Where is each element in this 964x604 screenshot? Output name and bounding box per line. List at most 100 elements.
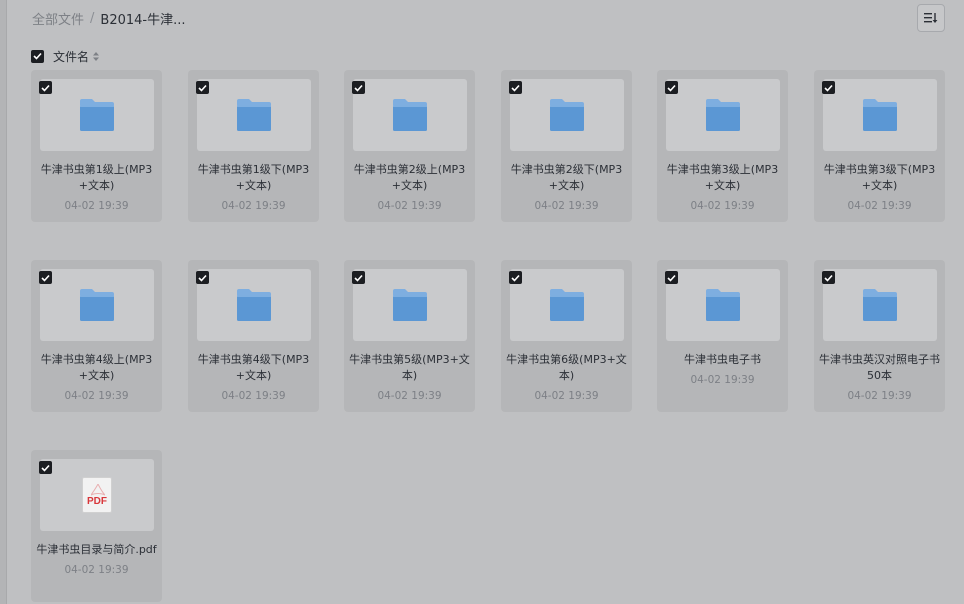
file-name[interactable]: 牛津书虫第3级上(MP3+文本) bbox=[661, 162, 784, 194]
file-thumbnail[interactable] bbox=[353, 269, 467, 341]
item-checkbox[interactable] bbox=[665, 271, 678, 284]
item-checkbox[interactable] bbox=[822, 81, 835, 94]
item-checkbox[interactable] bbox=[509, 81, 522, 94]
folder-icon bbox=[666, 79, 780, 151]
file-name[interactable]: 牛津书虫电子书 bbox=[661, 352, 784, 368]
file-thumbnail[interactable] bbox=[353, 79, 467, 151]
file-name[interactable]: 牛津书虫第2级下(MP3+文本) bbox=[505, 162, 628, 194]
file-thumbnail[interactable] bbox=[823, 79, 937, 151]
folder-icon bbox=[40, 269, 154, 341]
folder-card[interactable]: 牛津书虫第5级(MP3+文本) 04-02 19:39 bbox=[344, 260, 475, 412]
checkmark-icon bbox=[511, 84, 520, 92]
file-modified-time: 04-02 19:39 bbox=[534, 390, 599, 402]
breadcrumb-root-link[interactable]: 全部文件 bbox=[32, 9, 84, 28]
item-checkbox[interactable] bbox=[352, 81, 365, 94]
file-thumbnail[interactable] bbox=[40, 79, 154, 151]
folder-icon bbox=[510, 269, 624, 341]
checkmark-icon bbox=[511, 274, 520, 282]
item-checkbox[interactable] bbox=[822, 271, 835, 284]
checkmark-icon bbox=[667, 274, 676, 282]
file-modified-time: 04-02 19:39 bbox=[847, 200, 912, 212]
left-panel-edge bbox=[0, 0, 7, 604]
checkmark-icon bbox=[354, 274, 363, 282]
file-modified-time: 04-02 19:39 bbox=[64, 200, 129, 212]
folder-icon bbox=[197, 269, 311, 341]
folder-icon bbox=[197, 79, 311, 151]
folder-icon bbox=[510, 79, 624, 151]
file-thumbnail[interactable] bbox=[197, 269, 311, 341]
folder-card[interactable]: 牛津书虫第2级上(MP3+文本) 04-02 19:39 bbox=[344, 70, 475, 222]
file-modified-time: 04-02 19:39 bbox=[690, 200, 755, 212]
file-modified-time: 04-02 19:39 bbox=[221, 390, 286, 402]
file-name[interactable]: 牛津书虫第4级下(MP3+文本) bbox=[192, 352, 315, 384]
checkmark-icon bbox=[198, 84, 207, 92]
item-checkbox[interactable] bbox=[39, 81, 52, 94]
file-thumbnail[interactable] bbox=[666, 269, 780, 341]
file-modified-time: 04-02 19:39 bbox=[534, 200, 599, 212]
breadcrumb-current: B2014-牛津... bbox=[100, 12, 186, 28]
checkmark-icon bbox=[33, 52, 42, 60]
item-checkbox[interactable] bbox=[352, 271, 365, 284]
folder-icon bbox=[666, 269, 780, 341]
file-modified-time: 04-02 19:39 bbox=[64, 390, 129, 402]
select-all-checkbox[interactable] bbox=[31, 49, 44, 63]
file-modified-time: 04-02 19:39 bbox=[64, 564, 129, 576]
folder-card[interactable]: 牛津书虫电子书 04-02 19:39 bbox=[657, 260, 788, 412]
file-name[interactable]: 牛津书虫第4级上(MP3+文本) bbox=[35, 352, 158, 384]
file-thumbnail[interactable] bbox=[510, 269, 624, 341]
file-thumbnail[interactable] bbox=[510, 79, 624, 151]
file-name[interactable]: 牛津书虫第3级下(MP3+文本) bbox=[818, 162, 941, 194]
pdf-file-icon: PDF bbox=[40, 459, 154, 531]
folder-card[interactable]: 牛津书虫第4级上(MP3+文本) 04-02 19:39 bbox=[31, 260, 162, 412]
checkmark-icon bbox=[354, 84, 363, 92]
folder-card[interactable]: 牛津书虫第3级下(MP3+文本) 04-02 19:39 bbox=[814, 70, 945, 222]
checkmark-icon bbox=[198, 274, 207, 282]
folder-card[interactable]: 牛津书虫第6级(MP3+文本) 04-02 19:39 bbox=[501, 260, 632, 412]
breadcrumb-separator: / bbox=[90, 10, 95, 26]
checkmark-icon bbox=[824, 84, 833, 92]
file-name[interactable]: 牛津书虫第2级上(MP3+文本) bbox=[348, 162, 471, 194]
sort-button[interactable] bbox=[917, 4, 945, 32]
folder-card[interactable]: 牛津书虫第3级上(MP3+文本) 04-02 19:39 bbox=[657, 70, 788, 222]
folder-card[interactable]: 牛津书虫第4级下(MP3+文本) 04-02 19:39 bbox=[188, 260, 319, 412]
folder-icon bbox=[40, 79, 154, 151]
file-name[interactable]: 牛津书虫英汉对照电子书50本 bbox=[818, 352, 941, 384]
file-thumbnail[interactable] bbox=[197, 79, 311, 151]
file-thumbnail[interactable] bbox=[666, 79, 780, 151]
file-thumbnail[interactable] bbox=[40, 269, 154, 341]
file-thumbnail[interactable]: PDF bbox=[40, 459, 154, 531]
folder-icon bbox=[353, 269, 467, 341]
pdf-icon-label: PDF bbox=[87, 496, 107, 507]
file-card[interactable]: PDF 牛津书虫目录与简介.pdf 04-02 19:39 bbox=[31, 450, 162, 602]
folder-icon bbox=[823, 79, 937, 151]
filename-column-label[interactable]: 文件名 bbox=[53, 48, 89, 65]
file-modified-time: 04-02 19:39 bbox=[221, 200, 286, 212]
file-name[interactable]: 牛津书虫第5级(MP3+文本) bbox=[348, 352, 471, 384]
folder-card[interactable]: 牛津书虫第2级下(MP3+文本) 04-02 19:39 bbox=[501, 70, 632, 222]
file-modified-time: 04-02 19:39 bbox=[690, 374, 755, 386]
file-modified-time: 04-02 19:39 bbox=[847, 390, 912, 402]
checkmark-icon bbox=[41, 274, 50, 282]
item-checkbox[interactable] bbox=[196, 271, 209, 284]
file-thumbnail[interactable] bbox=[823, 269, 937, 341]
file-name[interactable]: 牛津书虫第6级(MP3+文本) bbox=[505, 352, 628, 384]
breadcrumb: 全部文件 / B2014-牛津... bbox=[32, 8, 186, 28]
item-checkbox[interactable] bbox=[196, 81, 209, 94]
folder-card[interactable]: 牛津书虫英汉对照电子书50本 04-02 19:39 bbox=[814, 260, 945, 412]
item-checkbox[interactable] bbox=[665, 81, 678, 94]
item-checkbox[interactable] bbox=[39, 271, 52, 284]
folder-card[interactable]: 牛津书虫第1级下(MP3+文本) 04-02 19:39 bbox=[188, 70, 319, 222]
item-checkbox[interactable] bbox=[509, 271, 522, 284]
checkmark-icon bbox=[824, 274, 833, 282]
file-name[interactable]: 牛津书虫第1级上(MP3+文本) bbox=[35, 162, 158, 194]
folder-card[interactable]: 牛津书虫第1级上(MP3+文本) 04-02 19:39 bbox=[31, 70, 162, 222]
file-list-header: 文件名 bbox=[31, 48, 100, 65]
item-checkbox[interactable] bbox=[39, 461, 52, 474]
checkmark-icon bbox=[667, 84, 676, 92]
file-name[interactable]: 牛津书虫第1级下(MP3+文本) bbox=[192, 162, 315, 194]
file-name[interactable]: 牛津书虫目录与简介.pdf bbox=[35, 542, 158, 558]
sort-caret-icon[interactable] bbox=[93, 51, 100, 61]
file-modified-time: 04-02 19:39 bbox=[377, 200, 442, 212]
checkmark-icon bbox=[41, 84, 50, 92]
checkmark-icon bbox=[41, 464, 50, 472]
